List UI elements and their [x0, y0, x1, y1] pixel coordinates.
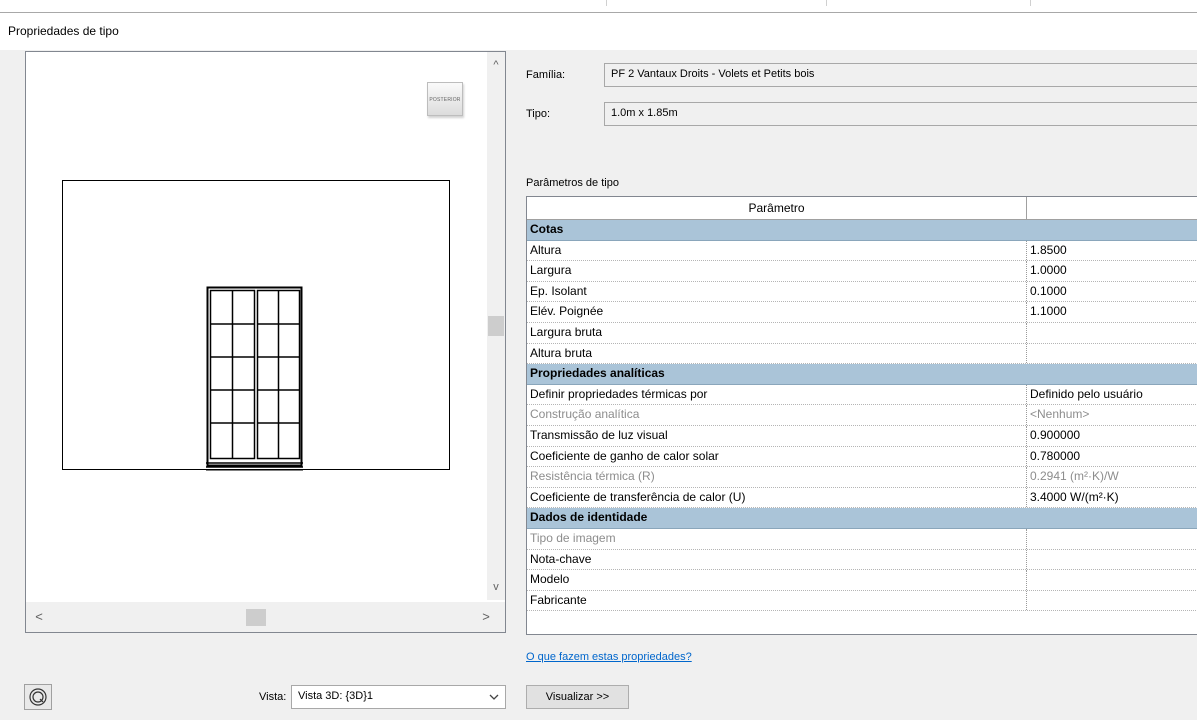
parameter-value[interactable]: [1027, 591, 1197, 611]
table-row[interactable]: Nota-chave: [527, 549, 1197, 571]
parameter-value[interactable]: [1027, 344, 1197, 364]
table-group-header: Propriedades analíticas: [527, 364, 1197, 385]
parameter-name: Resistência térmica (R): [527, 467, 1027, 487]
table-row[interactable]: Elév. Poignée 1.1000: [527, 302, 1197, 323]
parameter-value[interactable]: [1027, 323, 1197, 343]
horizontal-scroll-thumb[interactable]: [246, 609, 266, 626]
table-header: Parâmetro: [527, 197, 1197, 220]
table-row[interactable]: Fabricante: [527, 590, 1197, 612]
table-row[interactable]: Definir propriedades térmicas por Definid…: [527, 384, 1197, 406]
table-row[interactable]: Resistência térmica (R) 0.2941 (m²·K)/W: [527, 467, 1197, 488]
table-row[interactable]: Ep. Isolant 0.1000: [527, 281, 1197, 303]
vertical-scroll-thumb[interactable]: [488, 316, 504, 336]
table-row[interactable]: Modelo: [527, 570, 1197, 591]
preview-vertical-scrollbar[interactable]: ^ v: [487, 52, 505, 600]
parameter-value[interactable]: 1.1000: [1027, 302, 1197, 322]
view-control-button[interactable]: [24, 684, 52, 710]
parameter-value[interactable]: 1.8500: [1027, 241, 1197, 261]
parameter-name: Transmissão de luz visual: [527, 425, 1027, 446]
settings-circle-icon: [29, 688, 47, 706]
view-select-value: Vista 3D: {3D}1: [298, 690, 374, 702]
preview-horizontal-scrollbar[interactable]: < >: [26, 602, 505, 632]
family-label: Família:: [526, 69, 566, 81]
parameter-name: Coeficiente de ganho de calor solar: [527, 446, 1027, 467]
table-group-header: Dados de identidade: [527, 508, 1197, 529]
table-row[interactable]: Tipo de imagem: [527, 528, 1197, 550]
header-value: [1027, 197, 1197, 219]
parameter-value: 0.2941 (m²·K)/W: [1030, 469, 1119, 484]
parameter-name: Definir propriedades térmicas por: [527, 384, 1027, 405]
table-row[interactable]: Construção analítica <Nenhum>: [527, 405, 1197, 426]
scroll-up-arrow-icon[interactable]: ^: [487, 56, 505, 74]
viewcube[interactable]: POSTERIOR: [427, 82, 463, 116]
type-parameters-table: Parâmetro Cotas Altura 1.8500 Largura 1.0000…: [526, 196, 1197, 635]
viewcube-label: POSTERIOR: [429, 97, 461, 103]
chevron-down-icon: [489, 694, 499, 700]
type-label: Tipo:: [526, 108, 551, 120]
parameter-name: Largura: [527, 261, 1027, 281]
type-field[interactable]: 1.0m x 1.85m: [604, 102, 1197, 126]
table-row[interactable]: Largura bruta: [527, 322, 1197, 344]
view-label: Vista:: [259, 691, 287, 703]
type-parameters-label: Parâmetros de tipo: [526, 177, 619, 189]
help-link[interactable]: O que fazem estas propriedades?: [526, 651, 692, 663]
parameter-name: Elév. Poignée: [527, 302, 1027, 322]
preview-panel: POSTERIOR ^ v < >: [25, 51, 506, 633]
parameter-value[interactable]: 1.0000: [1027, 261, 1197, 281]
table-row[interactable]: Altura bruta: [527, 343, 1197, 365]
parameter-value[interactable]: 3.4000 W/(m²·K): [1027, 488, 1197, 508]
header-parameter: Parâmetro: [527, 197, 1027, 219]
table-row[interactable]: Transmissão de luz visual 0.900000: [527, 425, 1197, 447]
parameter-name: Tipo de imagem: [527, 528, 1027, 549]
table-row[interactable]: Coeficiente de ganho de calor solar 0.780…: [527, 446, 1197, 468]
scroll-left-arrow-icon[interactable]: <: [30, 608, 48, 626]
parameter-value[interactable]: 0.900000: [1027, 426, 1197, 446]
parameter-name: Nota-chave: [527, 549, 1027, 570]
dialog-titlebar: Propriedades de tipo: [0, 13, 1197, 50]
window-elevation-drawing: [206, 286, 303, 471]
parameter-value: [1027, 529, 1197, 549]
parameter-name: Largura bruta: [527, 322, 1027, 343]
background-window-strip: [0, 0, 1197, 12]
parameter-value[interactable]: [1027, 570, 1197, 590]
group-name: Dados de identidade: [530, 510, 648, 525]
scroll-right-arrow-icon[interactable]: >: [477, 608, 495, 626]
parameter-name: Modelo: [527, 570, 1027, 590]
parameter-name: Construção analítica: [527, 405, 1027, 425]
table-row[interactable]: Coeficiente de transferência de calor (U…: [527, 487, 1197, 509]
parameter-value[interactable]: Definido pelo usuário: [1027, 385, 1197, 405]
parameter-name: Altura bruta: [527, 343, 1027, 364]
parameter-name: Fabricante: [527, 590, 1027, 611]
parameter-value[interactable]: 0.1000: [1027, 282, 1197, 302]
parameter-name: Coeficiente de transferência de calor (U…: [527, 487, 1027, 508]
group-name: Propriedades analíticas: [530, 366, 665, 381]
parameter-value[interactable]: 0.780000: [1027, 447, 1197, 467]
parameter-name: Altura: [527, 240, 1027, 261]
parameter-name: Ep. Isolant: [527, 281, 1027, 302]
table-row[interactable]: Altura 1.8500: [527, 240, 1197, 262]
table-group-header: Cotas: [527, 220, 1197, 241]
parameter-value: <Nenhum>: [1030, 407, 1090, 422]
dialog-title: Propriedades de tipo: [8, 24, 119, 38]
preview-canvas[interactable]: POSTERIOR: [27, 53, 487, 601]
table-row[interactable]: Largura 1.0000: [527, 261, 1197, 282]
parameter-value[interactable]: [1027, 550, 1197, 570]
view-select[interactable]: Vista 3D: {3D}1: [291, 685, 506, 709]
family-field[interactable]: PF 2 Vantaux Droits - Volets et Petits b…: [604, 63, 1197, 87]
group-name: Cotas: [530, 222, 564, 236]
preview-toggle-button[interactable]: Visualizar >>: [526, 685, 629, 709]
scroll-down-arrow-icon[interactable]: v: [487, 578, 505, 596]
